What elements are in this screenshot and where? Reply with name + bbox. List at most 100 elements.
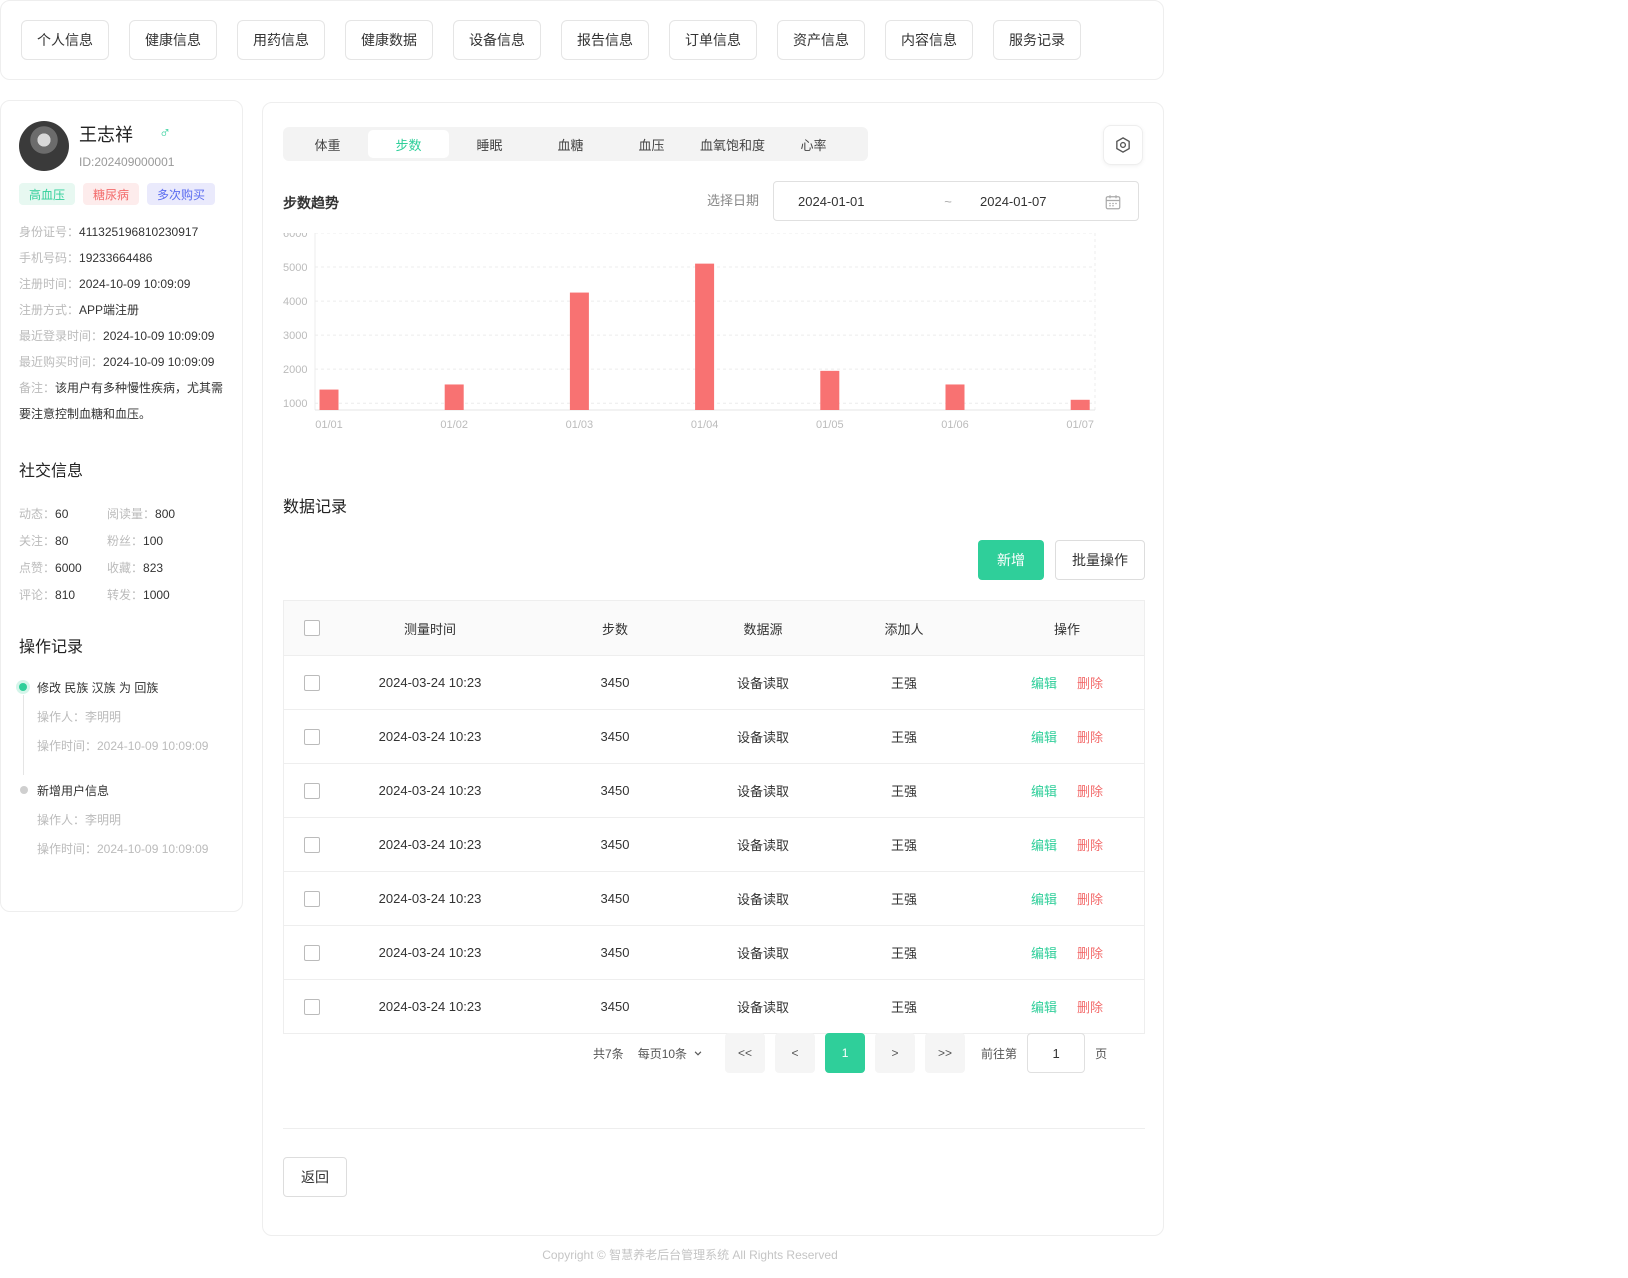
- edit-link[interactable]: 编辑: [1031, 997, 1057, 1016]
- table-header: 测量时间 步数 数据源 添加人 操作: [284, 601, 1144, 655]
- y-tick-label: 1000: [283, 398, 307, 410]
- edit-link[interactable]: 编辑: [1031, 673, 1057, 692]
- gear-icon: [1116, 137, 1130, 153]
- date-range-picker[interactable]: 2024-01-01 ~ 2024-01-07: [773, 181, 1139, 221]
- bar: [319, 389, 339, 410]
- calendar-icon[interactable]: [1104, 193, 1122, 211]
- prev-page-button[interactable]: <: [775, 1033, 816, 1073]
- table-cell: 2024-03-24 10:23: [378, 999, 482, 1014]
- last-page-button[interactable]: >>: [925, 1033, 966, 1073]
- records-table: 测量时间 步数 数据源 添加人 操作 2024-03-24 10:23 3450 设备读取 王强…: [283, 600, 1145, 1034]
- tag-repeat-buyer: 多次购买: [147, 183, 216, 205]
- row-checkbox[interactable]: [304, 836, 320, 853]
- table-row: 2024-03-24 10:23 3450 设备读取 王强 编辑 删除: [284, 655, 1144, 709]
- delete-link[interactable]: 删除: [1077, 727, 1103, 746]
- delete-link[interactable]: 删除: [1077, 673, 1103, 692]
- topnav-tab[interactable]: 资产信息: [777, 20, 865, 60]
- topnav-tab[interactable]: 健康数据: [345, 20, 433, 60]
- tag-diabetes: 糖尿病: [83, 183, 140, 205]
- x-tick-label: 01/02: [440, 419, 468, 431]
- ops-timeline: 修改 民族 汉族 为 回族 操作人：李明明 操作时间：2024-10-09 10…: [19, 679, 224, 857]
- topnav-tab[interactable]: 报告信息: [561, 20, 649, 60]
- topnav-tab[interactable]: 订单信息: [669, 20, 757, 60]
- table-row: 2024-03-24 10:23 3450 设备读取 王强 编辑 删除: [284, 763, 1144, 817]
- date-start[interactable]: 2024-01-01: [798, 194, 918, 209]
- table-cell: 设备读取: [736, 838, 789, 853]
- add-button[interactable]: 新增: [978, 540, 1044, 580]
- delete-link[interactable]: 删除: [1077, 781, 1103, 800]
- profile-info-row: 最近登录时间：2024-10-09 10:09:09: [19, 323, 224, 349]
- delete-link[interactable]: 删除: [1077, 889, 1103, 908]
- edit-link[interactable]: 编辑: [1031, 835, 1057, 854]
- edit-link[interactable]: 编辑: [1031, 781, 1057, 800]
- settings-button[interactable]: [1103, 125, 1143, 165]
- delete-link[interactable]: 删除: [1077, 943, 1103, 962]
- row-checkbox-cell: [284, 728, 340, 745]
- topnav-tab[interactable]: 个人信息: [21, 20, 109, 60]
- page-button-current[interactable]: 1: [825, 1033, 866, 1073]
- select-all-checkbox[interactable]: [304, 620, 320, 636]
- table-cell: 王强: [890, 838, 917, 853]
- info-label: 身份证号：: [19, 225, 80, 239]
- info-value: APP端注册: [79, 303, 140, 317]
- date-label: 选择日期: [707, 193, 760, 208]
- row-actions: 编辑 删除: [992, 889, 1142, 908]
- social-label: 关注：: [19, 534, 56, 548]
- x-tick-label: 01/01: [315, 419, 343, 431]
- metric-tab[interactable]: 睡眠: [449, 130, 530, 158]
- records-title: 数据记录: [283, 499, 348, 516]
- row-checkbox[interactable]: [304, 674, 320, 691]
- profile-info-row: 注册方式：APP端注册: [19, 297, 224, 323]
- topnav-tab[interactable]: 内容信息: [885, 20, 973, 60]
- metric-tab[interactable]: 体重: [287, 130, 368, 158]
- metric-tab[interactable]: 心率: [773, 130, 854, 158]
- main-panel: 体重 步数 睡眠 血糖 血压 血氧饱和度 心率 步数趋势 选择日期 2024-01-01 ~…: [262, 102, 1164, 1236]
- table-cell: 3450: [600, 945, 630, 960]
- metric-tab[interactable]: 血氧饱和度: [692, 130, 773, 158]
- row-actions: 编辑 删除: [992, 943, 1142, 962]
- metric-tab[interactable]: 血糖: [530, 130, 611, 158]
- topnav-tab[interactable]: 健康信息: [129, 20, 217, 60]
- profile-tags: 高血压 糖尿病 多次购买: [19, 183, 224, 205]
- x-tick-label: 01/03: [566, 419, 594, 431]
- next-page-button[interactable]: >: [875, 1033, 916, 1073]
- op-record: 修改 民族 汉族 为 回族 操作人：李明明 操作时间：2024-10-09 10…: [19, 679, 224, 754]
- metric-tab[interactable]: 步数: [368, 130, 449, 158]
- row-checkbox[interactable]: [304, 998, 320, 1015]
- row-checkbox[interactable]: [304, 944, 320, 961]
- info-label: 最近登录时间：: [19, 329, 104, 343]
- profile-card: 王志祥 ♂ ID:202409000001 高血压 糖尿病 多次购买 身份证号：…: [0, 100, 243, 912]
- x-tick-label: 01/07: [1066, 419, 1094, 431]
- page-size-select[interactable]: 每页10条: [638, 1045, 705, 1062]
- edit-link[interactable]: 编辑: [1031, 943, 1057, 962]
- topnav-tab[interactable]: 设备信息: [453, 20, 541, 60]
- edit-link[interactable]: 编辑: [1031, 727, 1057, 746]
- row-checkbox[interactable]: [304, 890, 320, 907]
- first-page-button[interactable]: <<: [725, 1033, 766, 1073]
- delete-link[interactable]: 删除: [1077, 997, 1103, 1016]
- delete-link[interactable]: 删除: [1077, 835, 1103, 854]
- table-row: 2024-03-24 10:23 3450 设备读取 王强 编辑 删除: [284, 709, 1144, 763]
- row-checkbox[interactable]: [304, 728, 320, 745]
- social-value: 80: [55, 534, 69, 548]
- profile-info-list: 身份证号：411325196810230917 手机号码：19233664486 注…: [19, 219, 224, 375]
- row-checkbox[interactable]: [304, 782, 320, 799]
- table-cell: 3450: [600, 891, 630, 906]
- table-cell: 2024-03-24 10:23: [378, 783, 482, 798]
- edit-link[interactable]: 编辑: [1031, 889, 1057, 908]
- goto-page-input[interactable]: 1: [1027, 1033, 1086, 1073]
- social-stat: 动态：60: [19, 505, 107, 522]
- top-nav: 个人信息 健康信息 用药信息 健康数据 设备信息 报告信息 订单信息 资产信息 内容信息 服务记录: [0, 0, 1164, 80]
- metric-tab[interactable]: 血压: [611, 130, 692, 158]
- topnav-tab[interactable]: 服务记录: [993, 20, 1081, 60]
- date-end[interactable]: 2024-01-07: [980, 194, 1100, 209]
- metric-tabs: 体重 步数 睡眠 血糖 血压 血氧饱和度 心率: [283, 127, 868, 161]
- row-checkbox-cell: [284, 944, 340, 961]
- social-stat: 转发：1000: [107, 586, 207, 603]
- info-value: 2024-10-09 10:09:09: [103, 355, 215, 369]
- info-value: 2024-10-09 10:09:09: [103, 329, 215, 343]
- back-button[interactable]: 返回: [283, 1157, 347, 1197]
- batch-operation-button[interactable]: 批量操作: [1055, 540, 1145, 580]
- topnav-tab[interactable]: 用药信息: [237, 20, 325, 60]
- social-value: 800: [155, 507, 176, 521]
